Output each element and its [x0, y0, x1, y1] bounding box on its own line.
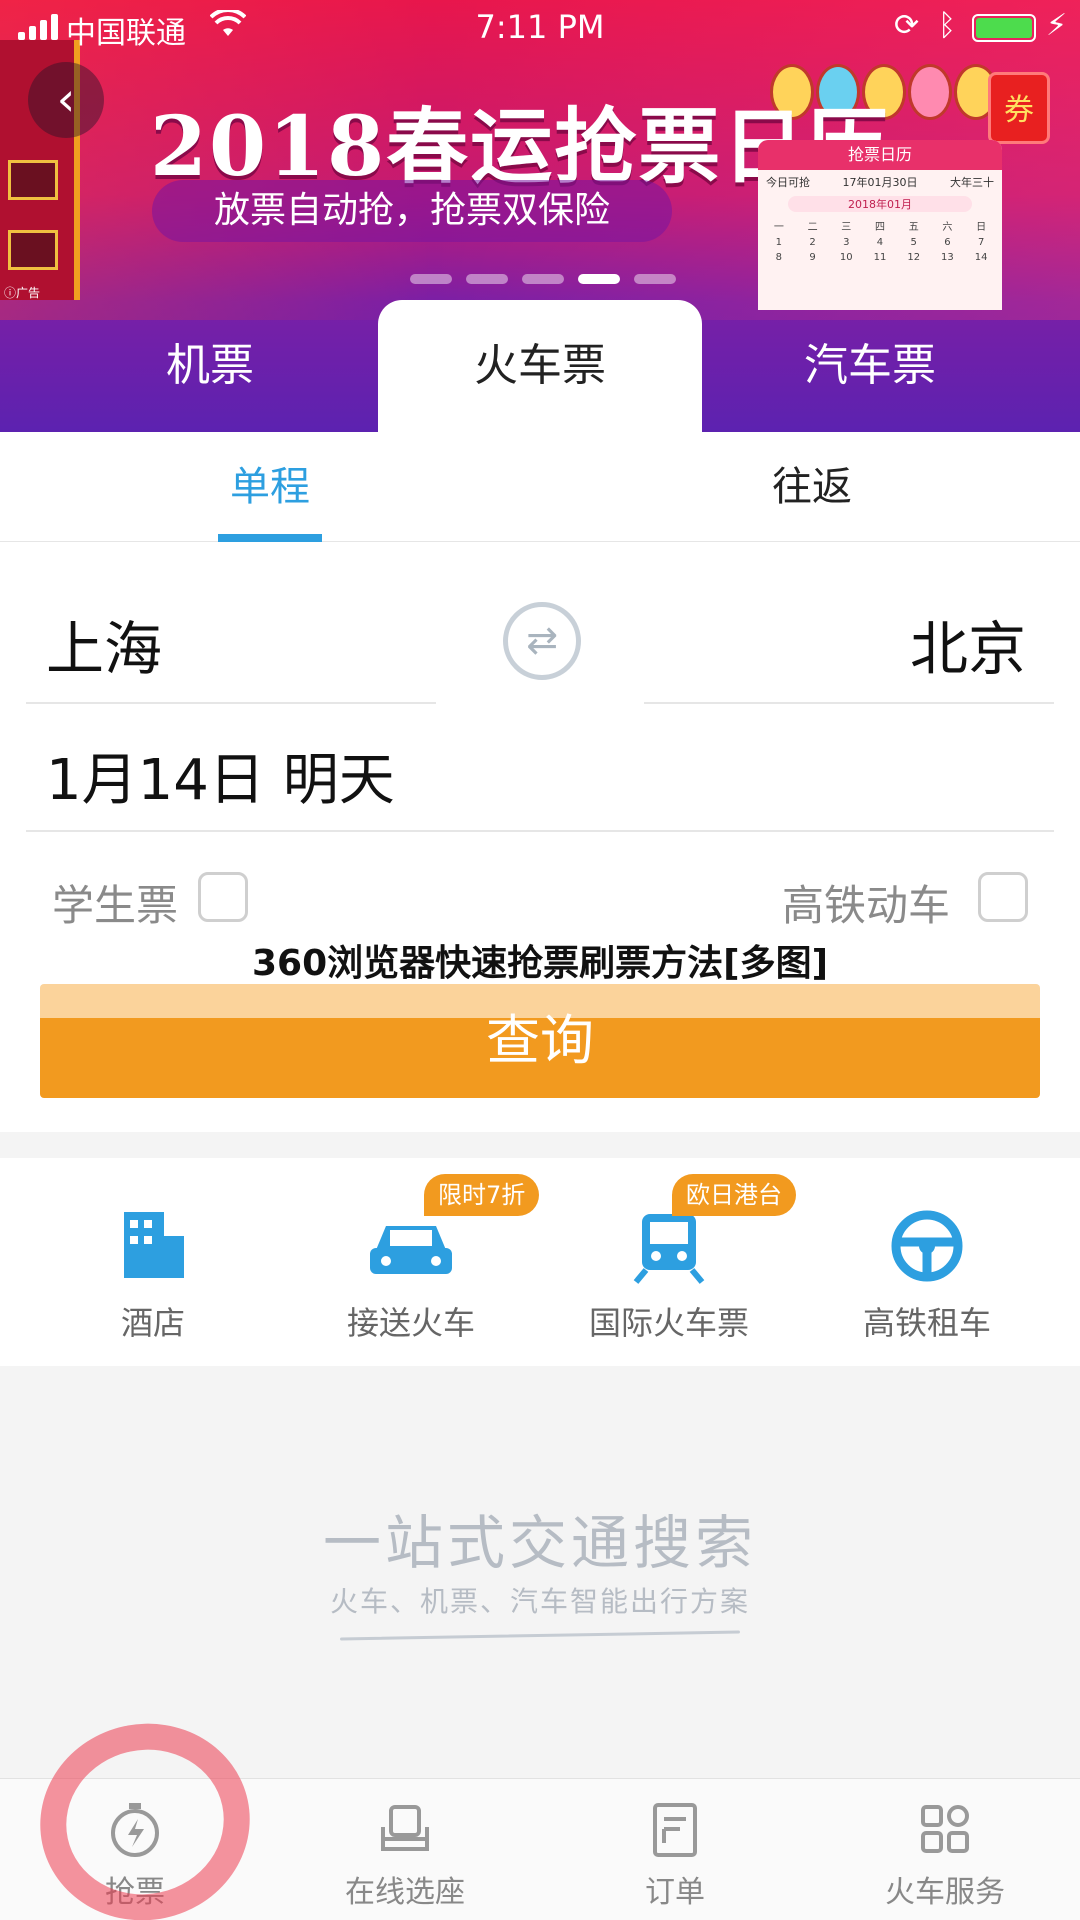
departure-date[interactable]: 1月14日 明天: [46, 735, 395, 816]
banner-subtitle: 放票自动抢，抢票双保险: [152, 180, 672, 242]
slogan-main: 一站式交通搜索: [322, 1509, 757, 1577]
slogan-sub: 火车、机票、汽车智能出行方案: [329, 1585, 750, 1618]
divider: [26, 830, 1054, 832]
overlay-article-title: 360浏览器快速抢票刷票方法[多图]: [251, 943, 829, 984]
calendar-month: 2018年01月: [788, 196, 972, 212]
service-label: 接送火车: [346, 1304, 475, 1342]
divider: [644, 702, 1054, 704]
nav-label: 在线选座: [345, 1875, 465, 1910]
chevron-left-icon: ‹: [56, 72, 76, 126]
service-international-train[interactable]: 国际火车票 欧日港台: [534, 1158, 804, 1366]
service-hotel[interactable]: 酒店: [18, 1158, 288, 1366]
carousel-dot-active[interactable]: [578, 274, 620, 284]
promo-banner[interactable]: 中国联通 7:11 PM ⟳ ᛒ ⚡ ‹ 2018春运抢票日历 放票自动抢，抢票…: [0, 0, 1080, 432]
bluetooth-icon: ᛒ: [938, 8, 956, 43]
calendar-sale-date-row: 今日可抢 17年01月30日 大年三十: [766, 176, 994, 189]
carousel-dot[interactable]: [522, 274, 564, 284]
car-icon: [276, 1206, 546, 1286]
service-label: 高铁租车: [862, 1304, 991, 1342]
nav-train-services[interactable]: 火车服务: [810, 1779, 1080, 1920]
carousel-dot[interactable]: [410, 274, 452, 284]
slogan-area: 一站式交通搜索 火车、机票、汽车智能出行方案: [0, 1366, 1080, 1778]
rotation-lock-icon: ⟳: [894, 8, 920, 43]
service-label: 国际火车票: [588, 1304, 749, 1342]
student-ticket-label: 学生票: [52, 881, 179, 930]
hotel-building-icon: [18, 1206, 288, 1286]
service-train-transfer[interactable]: 接送火车 限时7折: [276, 1158, 546, 1366]
query-button[interactable]: 查询: [40, 984, 1040, 1098]
tab-flight[interactable]: 机票: [70, 300, 350, 432]
coupon-button[interactable]: 券: [988, 72, 1050, 144]
calendar-grid: 一二三四五六日 1234567 8 9 10 11 12 13 14: [773, 222, 988, 263]
battery-icon: [972, 14, 1036, 42]
from-city[interactable]: 上海: [46, 602, 162, 686]
status-bar: 中国联通 7:11 PM ⟳ ᛒ ⚡: [0, 0, 1080, 56]
nav-orders[interactable]: 订单: [540, 1779, 810, 1920]
ad-label: ⓘ广告: [4, 286, 41, 300]
divider: [26, 702, 436, 704]
swap-arrows-icon: ⇄: [526, 618, 558, 662]
ticket-calendar-graphic: 抢票日历 今日可抢 17年01月30日 大年三十 2018年01月 一二三四五六…: [758, 140, 1002, 310]
order-document-icon: [540, 1799, 810, 1859]
swap-cities-button[interactable]: ⇄: [503, 602, 581, 680]
transport-mode-tabs: 机票 火车票 汽车票: [0, 300, 1080, 432]
nav-seat-selection[interactable]: 在线选座: [270, 1779, 540, 1920]
charging-bolt-icon: ⚡: [1046, 8, 1068, 43]
service-label: 酒店: [120, 1304, 185, 1342]
highspeed-only-label: 高铁动车: [782, 881, 951, 930]
carousel-dot[interactable]: [466, 274, 508, 284]
seat-icon: [270, 1799, 540, 1859]
student-ticket-checkbox[interactable]: [198, 872, 248, 922]
highspeed-only-checkbox[interactable]: [978, 872, 1028, 922]
to-city[interactable]: 北京: [910, 602, 1026, 686]
service-highspeed-car-rental[interactable]: 高铁租车: [792, 1158, 1062, 1366]
nav-label: 火车服务: [885, 1875, 1005, 1910]
tab-train[interactable]: 火车票: [378, 300, 702, 432]
slogan-underline: [340, 1630, 740, 1641]
carousel-dots: [410, 274, 676, 284]
grid-apps-icon: [810, 1799, 1080, 1859]
service-shortcuts: 酒店 接送火车 限时7折 国际火车票 欧日港台 高铁租车: [0, 1158, 1080, 1366]
region-badge: 欧日港台: [672, 1174, 796, 1216]
nav-label: 订单: [645, 1875, 705, 1910]
train-icon: [534, 1206, 804, 1286]
tab-one-way[interactable]: 单程: [218, 432, 322, 542]
calendar-header: 抢票日历: [758, 140, 1002, 170]
steering-wheel-icon: [792, 1206, 1062, 1286]
trip-type-tabs: 单程 往返: [0, 432, 1080, 542]
back-button[interactable]: ‹: [28, 62, 104, 138]
tab-round-trip[interactable]: 往返: [760, 432, 864, 542]
tab-bus[interactable]: 汽车票: [730, 300, 1010, 432]
discount-badge: 限时7折: [424, 1174, 540, 1216]
carousel-dot[interactable]: [634, 274, 676, 284]
